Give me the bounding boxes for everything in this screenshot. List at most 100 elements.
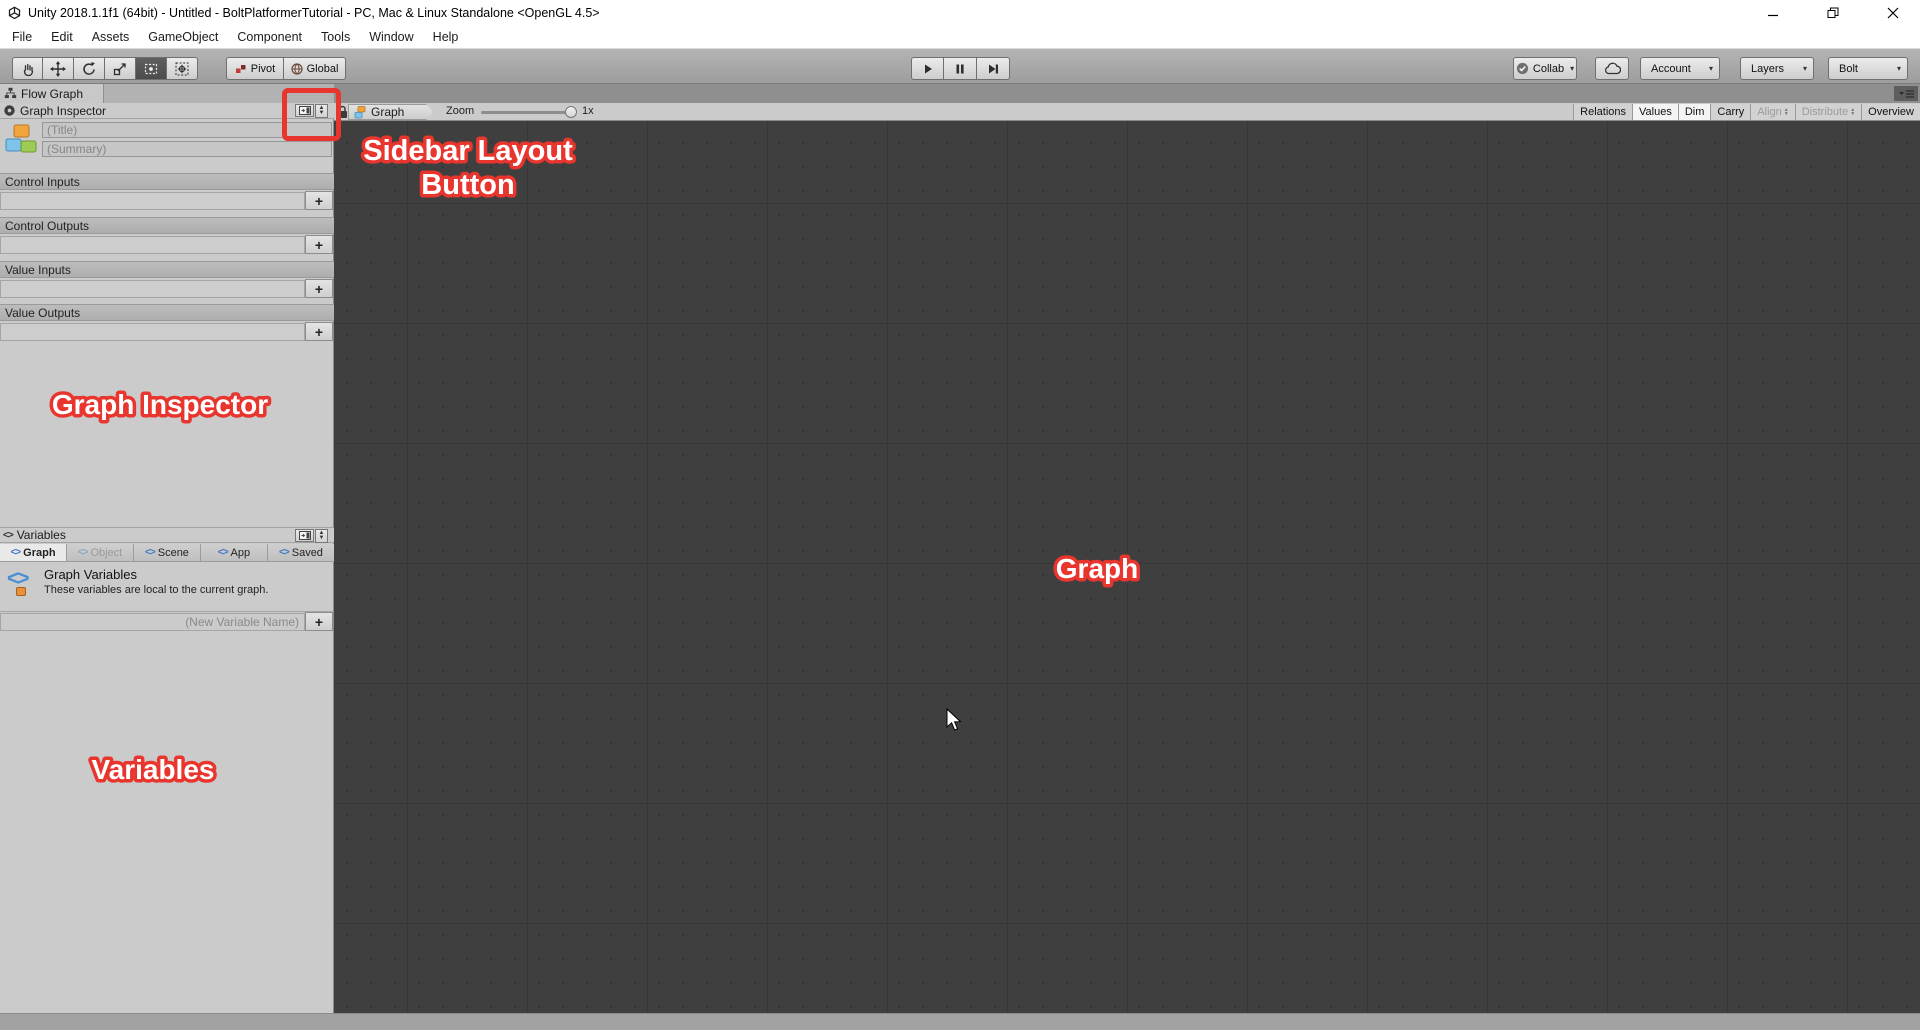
graph-breadcrumb-label: Graph (371, 105, 405, 119)
step-icon (985, 61, 1001, 77)
menu-help[interactable]: Help (429, 28, 463, 46)
graph-toolbar: Graph Zoom 1x Relations Values Dim Carry… (334, 103, 1920, 121)
menu-file[interactable]: File (8, 28, 36, 46)
tab-label: Scene (157, 546, 189, 559)
add-control-output-button[interactable]: + (305, 235, 333, 254)
layers-dropdown[interactable]: Layers ▾ (1740, 57, 1814, 80)
rect-tool-icon (143, 61, 159, 77)
play-icon (920, 61, 936, 77)
graph-variables-info-title: Graph Variables (44, 567, 137, 582)
menu-assets[interactable]: Assets (88, 28, 134, 46)
pivot-label: Pivot (250, 62, 276, 75)
collab-label: Collab (1532, 62, 1565, 75)
tab-flow-graph[interactable]: Flow Graph (0, 84, 104, 103)
variables-spinner-arrows[interactable]: ▲ ▼ (315, 529, 328, 543)
arrow-down-icon: ▼ (318, 535, 325, 541)
hand-icon (20, 61, 36, 77)
toggle-label: Values (1639, 106, 1672, 118)
menu-window[interactable]: Window (365, 28, 417, 46)
variables-tab-object[interactable]: Object (67, 544, 134, 561)
variables-tab-graph[interactable]: Graph (0, 544, 67, 561)
scale-icon (112, 61, 128, 77)
toggle-overview[interactable]: Overview (1862, 104, 1920, 120)
caret-down-icon: ▾ (1896, 64, 1901, 73)
unity-logo-icon (7, 6, 22, 21)
close-button[interactable] (1870, 0, 1916, 26)
tab-label: Object (90, 546, 123, 559)
graph-canvas[interactable] (334, 121, 1920, 1013)
graph-variables-info-desc: These variables are local to the current… (44, 584, 269, 596)
zoom-slider-handle[interactable] (565, 106, 577, 118)
app-variables-icon (218, 547, 228, 558)
control-inputs-row: + (0, 191, 334, 211)
zoom-slider[interactable] (481, 106, 577, 118)
menu-gameobject[interactable]: GameObject (144, 28, 222, 46)
variables-tab-bar: Graph Object Scene App Saved (0, 544, 334, 562)
variables-tab-app[interactable]: App (201, 544, 268, 561)
transform-tool-button[interactable] (167, 57, 198, 80)
flow-machine-icon (4, 124, 38, 161)
minimize-button[interactable] (1750, 0, 1796, 26)
layout-dropdown-bolt[interactable]: Bolt ▾ (1828, 57, 1908, 80)
restore-button[interactable] (1810, 0, 1856, 26)
status-bar (0, 1013, 1920, 1030)
plus-icon: + (314, 280, 324, 297)
toggle-label: Overview (1868, 106, 1914, 118)
toggle-relations[interactable]: Relations (1574, 104, 1634, 120)
graph-breadcrumb[interactable]: Graph (348, 104, 434, 120)
new-variable-input[interactable]: (New Variable Name) (0, 613, 305, 631)
dropdown-align[interactable]: Align ▲ ▼ (1751, 104, 1796, 120)
graph-summary-input[interactable]: (Summary) (42, 141, 332, 157)
caret-down-icon: ▾ (1570, 64, 1575, 73)
menu-component[interactable]: Component (233, 28, 306, 46)
section-label: Value Outputs (5, 305, 81, 320)
pause-button[interactable] (944, 57, 977, 80)
add-value-output-button[interactable]: + (305, 322, 333, 341)
tab-label: Saved (291, 546, 323, 559)
hand-tool-button[interactable] (12, 57, 43, 80)
cloud-button[interactable] (1595, 57, 1629, 80)
play-button[interactable] (911, 57, 944, 80)
global-toggle-button[interactable]: Global (284, 57, 346, 80)
pivot-toggle-button[interactable]: Pivot (226, 57, 284, 80)
toggle-values[interactable]: Values (1633, 104, 1679, 120)
menu-edit[interactable]: Edit (47, 28, 77, 46)
collab-dropdown[interactable]: Collab ▾ (1513, 57, 1577, 80)
variables-tab-scene[interactable]: Scene (134, 544, 201, 561)
plus-icon: + (314, 236, 324, 253)
graph-toggle-group: Relations Values Dim Carry Align ▲ ▼ Distr… (1573, 104, 1920, 120)
move-tool-button[interactable] (43, 57, 74, 80)
scale-tool-button[interactable] (105, 57, 136, 80)
step-button[interactable] (977, 57, 1010, 80)
toggle-carry[interactable]: Carry (1711, 104, 1752, 120)
section-label: Control Outputs (5, 218, 90, 233)
flow-graph-icon (4, 87, 17, 100)
annotation-highlight-rect (282, 88, 341, 141)
layers-label: Layers (1751, 62, 1785, 75)
mouse-cursor (946, 708, 964, 734)
plus-icon: + (314, 323, 324, 340)
variables-icon (3, 530, 13, 541)
rotate-tool-button[interactable] (74, 57, 105, 80)
rect-tool-button[interactable] (136, 57, 167, 80)
toggle-label: Carry (1717, 106, 1745, 118)
unity-toolbar: Pivot Global Collab ▾ Account ▾ Layers ▾ Bo… (0, 49, 1920, 84)
section-header-value-outputs: Value Outputs (0, 304, 334, 321)
variables-title: Variables (16, 528, 66, 542)
add-variable-button[interactable]: + (305, 612, 333, 631)
variables-layout-button[interactable] (295, 529, 314, 542)
value-outputs-row: + (0, 322, 334, 342)
add-control-input-button[interactable]: + (305, 191, 333, 210)
tab-menu-icon[interactable] (1894, 86, 1918, 101)
toggle-dim[interactable]: Dim (1678, 104, 1712, 120)
variables-tab-saved[interactable]: Saved (268, 544, 334, 561)
account-dropdown[interactable]: Account ▾ (1640, 57, 1720, 80)
sidebar: Graph Inspector ▲ ▼ (Title) (Summary) Con… (0, 103, 334, 1013)
zoom-label: Zoom (446, 105, 475, 117)
add-value-input-button[interactable]: + (305, 279, 333, 298)
menu-tools[interactable]: Tools (317, 28, 354, 46)
plus-icon: + (314, 192, 324, 209)
zoom-value: 1x (582, 105, 594, 117)
dropdown-distribute[interactable]: Distribute ▲ ▼ (1795, 104, 1863, 120)
section-header-value-inputs: Value Inputs (0, 261, 334, 278)
